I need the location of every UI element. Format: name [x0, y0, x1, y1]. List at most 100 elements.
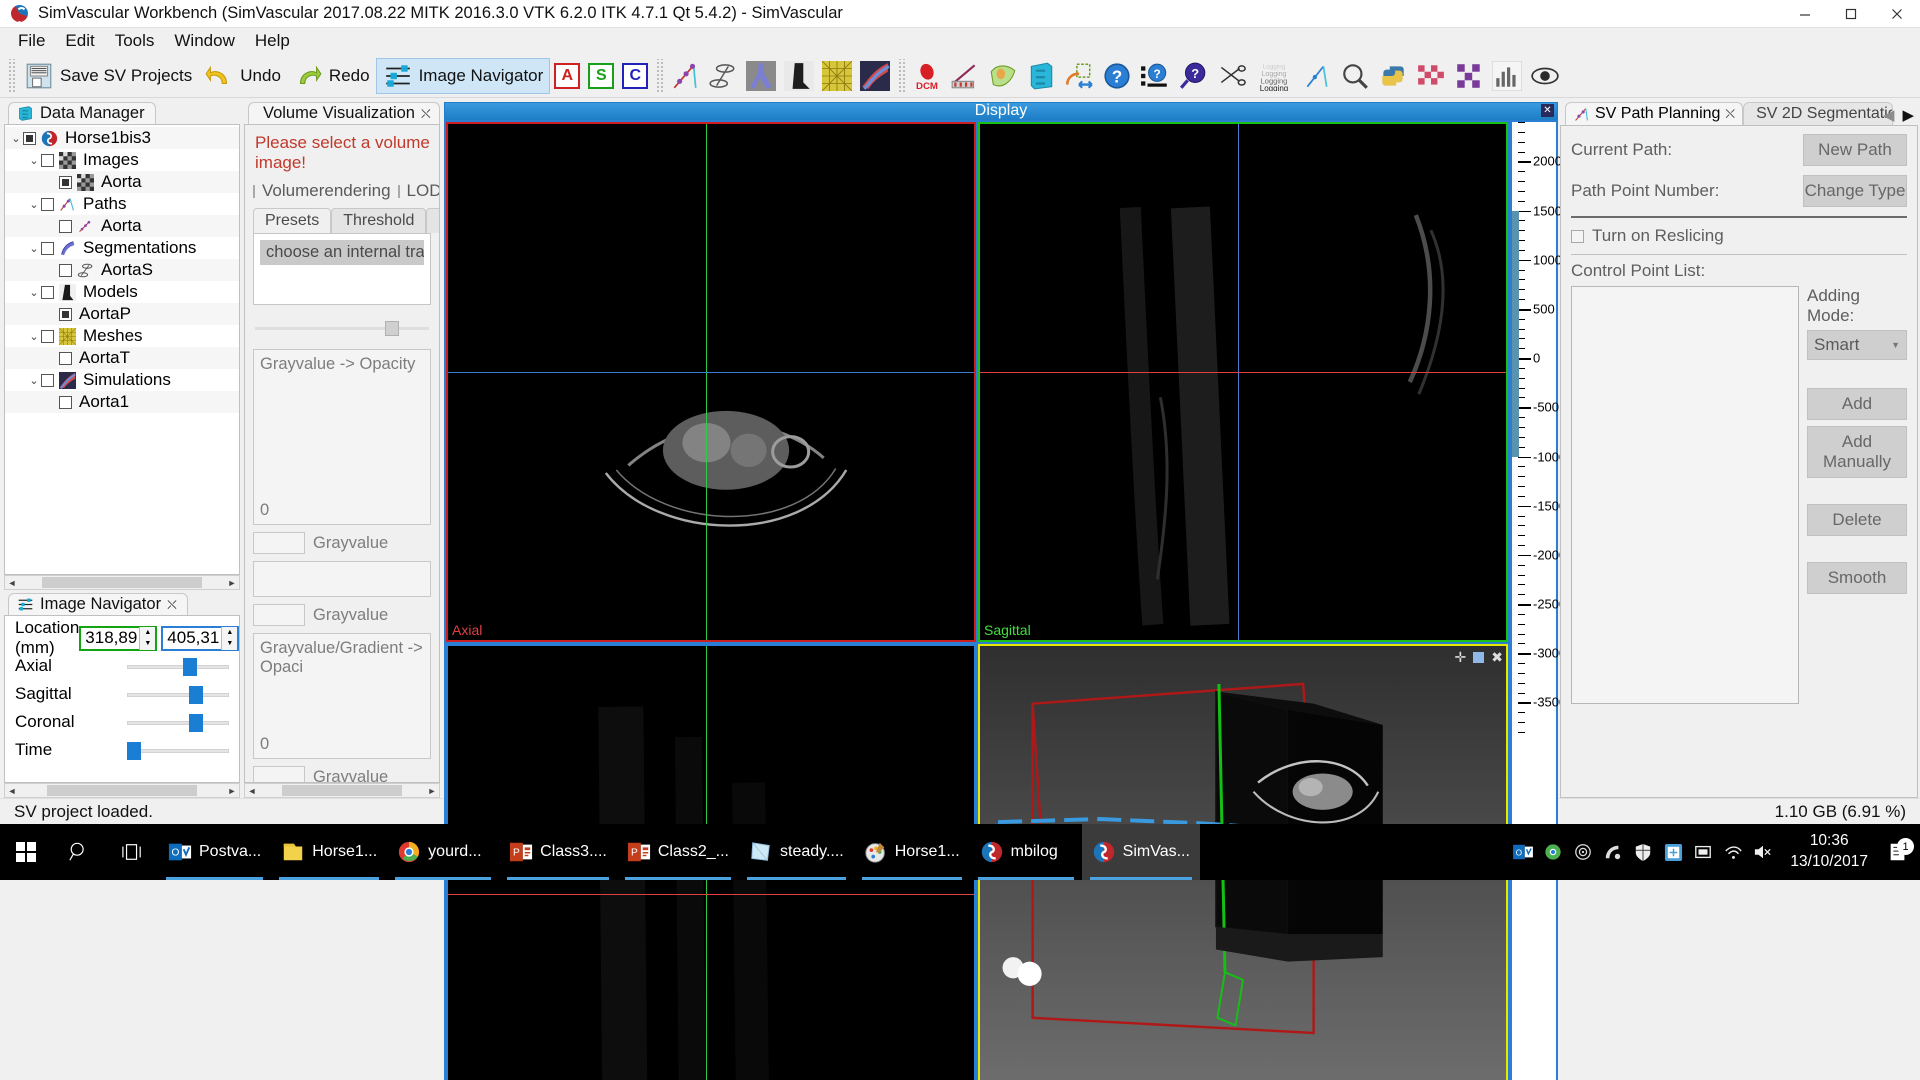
task-view-button[interactable] — [106, 842, 158, 862]
tree-checkbox[interactable] — [41, 153, 54, 167]
tree-item-aortat[interactable]: AortaT — [5, 347, 239, 369]
tab-data-manager[interactable]: Data Manager — [8, 102, 156, 124]
scroll-right-icon-2[interactable]: ► — [225, 786, 239, 796]
grayvalue-input-1[interactable] — [253, 532, 305, 554]
taskbar-app-4[interactable]: P Class2_... — [617, 824, 739, 880]
taskbar-app-8[interactable]: SimVas... — [1081, 824, 1200, 880]
outlook-tray-icon[interactable]: O — [1508, 843, 1538, 861]
tab-image-navigator[interactable]: Image Navigator ⛌ — [8, 593, 188, 615]
scroll-left-icon[interactable]: ◄ — [5, 578, 19, 588]
adding-mode-select[interactable]: Smart ▼ — [1807, 330, 1907, 360]
taskbar-app-2[interactable]: yourd... — [387, 824, 499, 880]
taskbar-app-0[interactable]: O Postva... — [158, 824, 271, 880]
chrome-tray-icon[interactable] — [1538, 843, 1568, 861]
display-close-icon[interactable]: ✕ — [1541, 104, 1554, 117]
tree-item-simulations[interactable]: ⌄ Simulations — [5, 369, 239, 391]
scissors-icon[interactable] — [1216, 61, 1247, 91]
measurement-icon[interactable] — [950, 61, 980, 91]
tree-item-paths[interactable]: ⌄ Paths — [5, 193, 239, 215]
smooth-button[interactable]: Smooth — [1807, 562, 1907, 594]
close-icon-3d[interactable]: ✖ — [1491, 649, 1503, 666]
preset-combo[interactable]: choose an internal transferfu — [260, 240, 424, 265]
coronal-toggle-button[interactable]: C — [622, 62, 649, 89]
start-button[interactable] — [0, 842, 52, 862]
simulation-icon[interactable] — [860, 60, 891, 91]
tree-item-meshes[interactable]: ⌄ Meshes — [5, 325, 239, 347]
scroll-right-icon[interactable]: ► — [225, 578, 239, 588]
tree-checkbox[interactable] — [41, 329, 54, 343]
tree-checkbox[interactable] — [59, 175, 72, 189]
tab-volume-visualization[interactable]: Volume Visualization ⛌ — [248, 102, 440, 124]
minimize-button[interactable] — [1782, 0, 1828, 28]
axial-toggle-button[interactable]: A — [554, 62, 581, 89]
checker2-icon[interactable] — [1454, 60, 1485, 91]
circle-tray-icon[interactable] — [1568, 843, 1598, 861]
notification-center-button[interactable]: 1 — [1880, 838, 1916, 863]
spin-down-icon[interactable]: ▼ — [140, 638, 156, 650]
taskbar-app-6[interactable]: Horse1... — [854, 824, 970, 880]
tree-item-aortas[interactable]: AortaS — [5, 259, 239, 281]
surface-icon[interactable] — [988, 61, 1018, 91]
lod-checkbox[interactable] — [397, 184, 400, 198]
taskbar-app-7[interactable]: mbilog — [970, 824, 1082, 880]
shield-icon[interactable] — [1628, 843, 1658, 862]
add-button[interactable]: Add — [1807, 388, 1907, 420]
data-tree[interactable]: ⌄ Horse1bis3 ⌄ Images Aorta ⌄ Paths Aorta ⌄ Segme… — [5, 125, 239, 413]
close-icon-vv[interactable]: ⛌ — [421, 106, 431, 122]
scroll-left-icon-2[interactable]: ◄ — [5, 786, 19, 796]
volume-visualization-hscroll[interactable]: ◄ ► — [244, 783, 440, 798]
level-window-scale[interactable]: 2000 1500 1000 500 0 -500 -1000 -1500 -2000 -2500… — [1510, 120, 1566, 1080]
expand-arrow-icon[interactable]: ⌄ — [27, 242, 41, 255]
expand-arrow-icon[interactable]: ⌄ — [27, 198, 41, 211]
tree-item-aorta[interactable]: Aorta — [5, 215, 239, 237]
checker-icon[interactable] — [1416, 60, 1447, 91]
menu-tools[interactable]: Tools — [105, 28, 165, 54]
volume-mute-icon[interactable] — [1748, 843, 1778, 861]
subtab-presets[interactable]: Presets — [253, 208, 332, 233]
control-point-list[interactable] — [1571, 286, 1799, 704]
eye-icon[interactable] — [1530, 61, 1560, 91]
menu-file[interactable]: File — [8, 28, 55, 54]
path-icon2[interactable] — [1302, 61, 1332, 91]
update-icon[interactable] — [1658, 843, 1688, 862]
view-3d-controls[interactable]: ✛ ✖ — [1455, 649, 1503, 666]
change-type-button[interactable]: Change Type — [1803, 175, 1907, 207]
help-list-icon[interactable]: ? — [1140, 61, 1170, 91]
expand-arrow-icon[interactable]: ⌄ — [9, 132, 23, 145]
mesh-icon[interactable] — [822, 60, 853, 91]
reslicing-row[interactable]: Turn on Reslicing — [1571, 226, 1907, 246]
menu-window[interactable]: Window — [164, 28, 244, 54]
taskbar-app-5[interactable]: steady.... — [739, 824, 854, 880]
volumerendering-checkbox[interactable] — [253, 184, 255, 198]
spin-down-icon-2[interactable]: ▼ — [222, 638, 238, 650]
menu-help[interactable]: Help — [245, 28, 300, 54]
expand-arrow-icon[interactable]: ⌄ — [27, 154, 41, 167]
tree-checkbox[interactable] — [41, 285, 54, 299]
help-icon[interactable]: ? — [1102, 61, 1132, 91]
undo-button[interactable]: Undo — [198, 58, 287, 94]
mesh-dark-icon[interactable] — [784, 60, 815, 91]
histogram-icon[interactable] — [1492, 60, 1523, 91]
slider-time[interactable] — [127, 739, 229, 761]
help-search-icon[interactable]: ? — [1178, 61, 1208, 91]
tree-item-aortap[interactable]: AortaP — [5, 303, 239, 325]
redo-button[interactable]: Redo — [287, 58, 376, 94]
expand-arrow-icon[interactable]: ⌄ — [27, 286, 41, 299]
location-x-spinbox[interactable]: ▲▼ — [79, 625, 158, 651]
reslicing-checkbox[interactable] — [1571, 229, 1584, 243]
tab-prev-icon[interactable]: ◀ — [1883, 106, 1895, 124]
data-manager-hscroll[interactable]: ◄ ► — [4, 575, 240, 590]
tree-checkbox[interactable] — [59, 351, 72, 365]
tab-sv-path-planning[interactable]: SV Path Planning ⛌ — [1565, 102, 1744, 125]
save-sv-projects-button[interactable]: Save SV Projects — [18, 58, 198, 94]
slider-handle[interactable] — [183, 658, 198, 676]
grayvalue-opacity-chart[interactable]: Grayvalue -> Opacity 0 — [253, 349, 431, 525]
grayvalue-gradient-chart[interactable]: Grayvalue/Gradient -> Opaci 0 — [253, 633, 431, 759]
level-window-range[interactable] — [1512, 210, 1519, 457]
toolbar-grip-3[interactable] — [897, 58, 906, 93]
subtab-threshold[interactable]: Threshold — [331, 208, 427, 233]
image-navigator-hscroll[interactable]: ◄ ► — [4, 783, 240, 798]
spin-up-icon[interactable]: ▲ — [140, 626, 156, 638]
tree-checkbox[interactable] — [41, 197, 54, 211]
tab-sv-2d-segmentation[interactable]: SV 2D Segmentation S — [1743, 102, 1894, 125]
